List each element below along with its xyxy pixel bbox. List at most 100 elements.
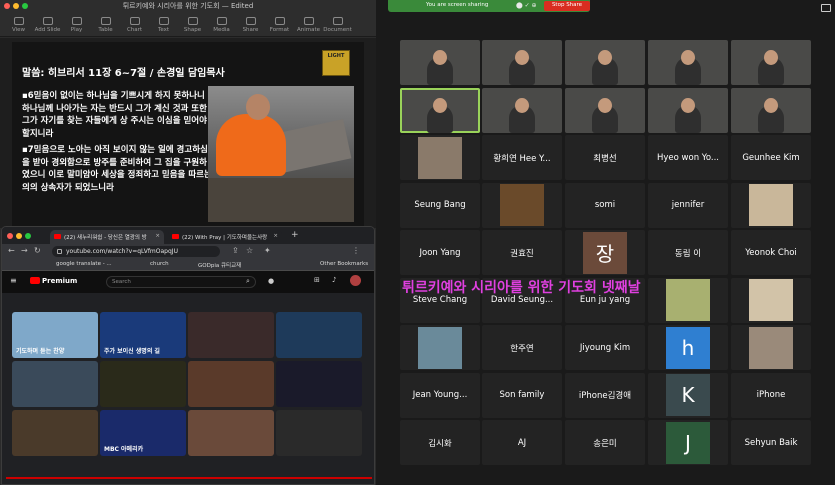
participant-initial-tile[interactable]: h (648, 325, 728, 370)
video-thumbnail[interactable]: 기도하며 듣는 찬양 (12, 312, 98, 358)
video-thumbnail[interactable] (188, 361, 274, 407)
extensions-icon[interactable]: ✦ (264, 246, 271, 255)
participant-photo-tile[interactable] (400, 135, 480, 180)
participant-name-tile[interactable]: 최병선 (565, 135, 645, 180)
forward-icon[interactable]: → (21, 246, 28, 255)
participant-name-tile[interactable]: Geunhee Kim (731, 135, 811, 180)
video-thumbnail[interactable] (100, 361, 186, 407)
video-thumbnail[interactable] (12, 361, 98, 407)
video-thumbnail[interactable] (188, 410, 274, 456)
toolbar-label: Media (213, 27, 230, 33)
participant-name-tile[interactable]: 한주연 (482, 325, 562, 370)
participant-initial-tile[interactable]: 장 (565, 230, 645, 275)
participant-name-tile[interactable]: Son family (482, 372, 562, 418)
participant-name-tile[interactable]: jennifer (648, 182, 728, 228)
participant-video-tile[interactable] (565, 40, 645, 85)
reload-icon[interactable]: ↻ (34, 246, 41, 255)
toolbar-add-slide-button[interactable]: Add Slide (33, 17, 62, 33)
participant-name-tile[interactable]: iPhone김경애 (565, 372, 645, 418)
participant-video-tile[interactable] (648, 87, 728, 133)
participant-name-tile[interactable]: 동림 이 (648, 230, 728, 275)
back-icon[interactable]: ← (8, 246, 15, 255)
participant-initial-tile[interactable]: J (648, 420, 728, 465)
slide-paragraph: ▪6믿음이 없이는 하나님을 기쁘시게 하지 못하나니 하나님께 나아가는 자는… (22, 91, 207, 139)
participant-name-tile[interactable]: Yeonok Choi (731, 230, 811, 275)
notifications-icon[interactable]: ♪ (332, 276, 336, 284)
video-progress-bar[interactable] (6, 477, 372, 479)
participant-video-tile[interactable] (731, 40, 811, 85)
participant-name-tile[interactable]: 김시화 (400, 420, 480, 465)
screen-icon[interactable] (821, 4, 831, 12)
participant-video-tile[interactable] (482, 87, 562, 133)
toolbar-share-button[interactable]: Share (236, 17, 265, 33)
bookmark-item[interactable]: google translate - ... (56, 261, 112, 267)
toolbar-text-button[interactable]: Text (149, 17, 178, 33)
toolbar-table-button[interactable]: Table (91, 17, 120, 33)
video-thumbnail[interactable] (276, 361, 362, 407)
zoom-window-icon[interactable] (25, 233, 31, 239)
participant-name-tile[interactable]: Sehyun Baik (731, 420, 811, 465)
chrome-tab[interactable]: (22) With Pray | 기도하며울는사랑 × (168, 230, 282, 244)
video-thumbnail[interactable] (188, 312, 274, 358)
participant-name-tile[interactable]: AJ (482, 420, 562, 465)
close-tab-icon[interactable]: × (273, 233, 278, 239)
video-thumbnail[interactable] (12, 410, 98, 456)
youtube-logo[interactable]: Premium (30, 277, 77, 285)
avatar[interactable] (350, 275, 361, 286)
participant-video-tile[interactable] (648, 40, 728, 85)
participant-video-tile[interactable] (565, 87, 645, 133)
participant-name-tile[interactable]: 송은미 (565, 420, 645, 465)
participant-initial-tile[interactable]: K (648, 372, 728, 418)
participant-video-tile[interactable] (400, 40, 480, 85)
participant-photo-tile[interactable] (731, 277, 811, 323)
video-thumbnail[interactable]: MBC 아메리카 (100, 410, 186, 456)
participant-photo-tile[interactable] (731, 325, 811, 370)
participant-video-tile[interactable] (482, 40, 562, 85)
participant-video-tile[interactable] (731, 87, 811, 133)
participant-video-tile[interactable] (400, 87, 480, 133)
chrome-tab-active[interactable]: (22) 새누리워쉽 - 당신은 열광의 방 × (50, 230, 164, 244)
toolbar-chart-button[interactable]: Chart (120, 17, 149, 33)
toolbar-document-button[interactable]: Document (323, 17, 352, 33)
participant-photo-tile[interactable] (400, 325, 480, 370)
participant-name-tile[interactable]: iPhone (731, 372, 811, 418)
toolbar-shape-button[interactable]: Shape (178, 17, 207, 33)
menu-dots-icon[interactable]: ⋮ (352, 246, 360, 255)
slide[interactable]: 말씀: 히브리서 11장 6~7절 / 손경일 담임목사 LIGHT ▪6믿음이… (12, 42, 364, 228)
participant-photo-tile[interactable] (731, 182, 811, 228)
video-thumbnail[interactable]: 주가 보이신 생명의 길 (100, 312, 186, 358)
microphone-icon[interactable]: ● (268, 277, 274, 285)
search-icon[interactable]: ⌕ (246, 277, 250, 286)
toolbar-play-button[interactable]: Play (62, 17, 91, 33)
bookmark-star-icon[interactable]: ☆ (246, 246, 253, 255)
bookmark-item[interactable]: GODpia 큐티교재 (198, 261, 241, 269)
minimize-window-icon[interactable] (16, 233, 22, 239)
video-thumbnail[interactable] (276, 410, 362, 456)
new-tab-icon[interactable]: + (291, 230, 299, 240)
participant-name-tile[interactable]: Jean Young... (400, 372, 480, 418)
close-window-icon[interactable] (7, 233, 13, 239)
participant-name-tile[interactable]: Seung Bang (400, 182, 480, 228)
toolbar-format-button[interactable]: Format (265, 17, 294, 33)
toolbar-media-button[interactable]: Media (207, 17, 236, 33)
url-bar[interactable]: youtube.com/watch?v=qLVfmOapqJU (52, 246, 220, 257)
participant-name-tile[interactable]: somi (565, 182, 645, 228)
participant-name-tile[interactable]: Jiyoung Kim (565, 325, 645, 370)
participant-photo-tile[interactable] (648, 277, 728, 323)
hamburger-menu-icon[interactable]: ≡ (10, 276, 17, 285)
participant-name-tile[interactable]: Joon Yang (400, 230, 480, 275)
participant-photo-tile[interactable] (482, 182, 562, 228)
participant-name-tile[interactable]: Hyeo won Yo... (648, 135, 728, 180)
youtube-search-input[interactable]: Search (106, 276, 256, 288)
stop-share-button[interactable]: Stop Share (544, 1, 590, 11)
toolbar-animate-button[interactable]: Animate (294, 17, 323, 33)
other-bookmarks[interactable]: Other Bookmarks (320, 261, 368, 267)
toolbar-view-button[interactable]: View (4, 17, 33, 33)
participant-name-tile[interactable]: 권효진 (482, 230, 562, 275)
participant-name-tile[interactable]: 황희연 Hee Y... (482, 135, 562, 180)
close-tab-icon[interactable]: × (155, 233, 160, 239)
video-thumbnail[interactable] (276, 312, 362, 358)
share-icon[interactable]: ⇪ (232, 246, 239, 255)
create-icon[interactable]: ⊞ (314, 276, 320, 284)
bookmark-item[interactable]: church (150, 261, 169, 267)
